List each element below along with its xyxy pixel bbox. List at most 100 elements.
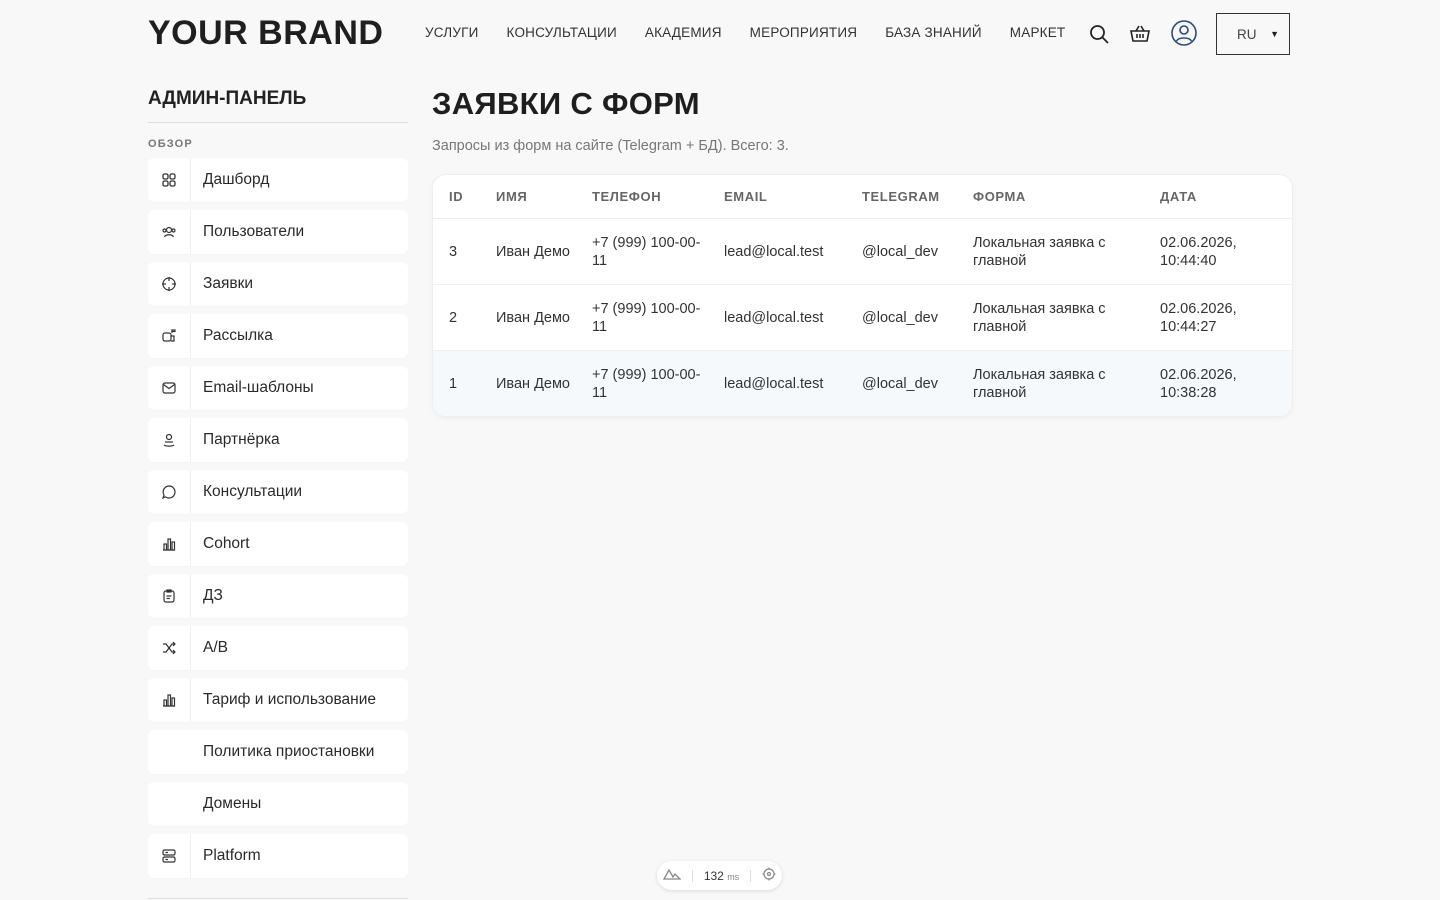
sidebar-item-partners[interactable]: Партнёрка [148, 418, 408, 462]
column-header-email[interactable]: EMAIL [708, 175, 846, 219]
chat-icon [148, 470, 191, 514]
sidebar-item-email-templates[interactable]: Email-шаблоны [148, 366, 408, 410]
column-header-phone[interactable]: ТЕЛЕФОН [576, 175, 708, 219]
cell-name: Иван Демо [480, 350, 576, 416]
table-header-row: ID ИМЯ ТЕЛЕФОН EMAIL TELEGRAM ФОРМА ДАТА [433, 175, 1292, 219]
language-select[interactable]: RU ▼ [1216, 13, 1290, 55]
caret-down-icon: ▼ [1270, 29, 1279, 39]
mail-icon [148, 366, 191, 410]
basket-icon[interactable] [1128, 22, 1152, 46]
cell-form: Локальная заявка с главной [957, 284, 1144, 351]
cell-telegram: @local_dev [846, 218, 957, 285]
cell-email: lead@local.test [708, 284, 846, 351]
sidebar-item-label: Email-шаблоны [203, 379, 314, 396]
sidebar-item-tariff-usage[interactable]: Тариф и использование [148, 678, 408, 722]
sidebar-item-label: Cohort [203, 535, 250, 552]
sidebar-item-dashboard[interactable]: Дашборд [148, 158, 408, 202]
sidebar-item-users[interactable]: Пользователи [148, 210, 408, 254]
table-row[interactable]: 2 Иван Демо +7 (999) 100-00-11 lead@loca… [433, 284, 1292, 351]
column-header-telegram[interactable]: TELEGRAM [846, 175, 957, 219]
partner-icon [148, 418, 191, 462]
sidebar-item-cohort[interactable]: Cohort [148, 522, 408, 566]
sidebar-item-homework[interactable]: ДЗ [148, 574, 408, 618]
cell-id: 1 [433, 350, 480, 416]
cell-date: 02.06.2026, 10:38:28 [1144, 350, 1292, 416]
nav-market[interactable]: МАРКЕТ [1010, 25, 1066, 40]
sidebar-item-label: Рассылка [203, 327, 273, 344]
nav-academy[interactable]: АКАДЕМИЯ [645, 25, 722, 40]
column-header-date[interactable]: ДАТА [1144, 175, 1292, 219]
sidebar-item-label: Пользователи [203, 223, 305, 240]
nav-services[interactable]: УСЛУГИ [425, 25, 479, 40]
brand-logo[interactable]: YOUR BRAND [148, 14, 383, 53]
language-value: RU [1237, 26, 1257, 42]
sidebar-item-label: Консультации [203, 483, 303, 500]
cell-name: Иван Демо [480, 284, 576, 351]
nav-consultations[interactable]: КОНСУЛЬТАЦИИ [507, 25, 617, 40]
clipboard-icon [148, 574, 191, 618]
cell-telegram: @local_dev [846, 284, 957, 351]
sidebar-item-domains[interactable]: Домены [148, 782, 408, 826]
cell-id: 2 [433, 284, 480, 351]
requests-table: ID ИМЯ ТЕЛЕФОН EMAIL TELEGRAM ФОРМА ДАТА… [433, 175, 1292, 416]
main-content: ЗАЯВКИ С ФОРМ Запросы из форм на сайте (… [432, 86, 1293, 417]
empty-icon-slot [148, 782, 191, 826]
sidebar-item-requests[interactable]: Заявки [148, 262, 408, 306]
perf-indicator: 132 ms [657, 861, 782, 890]
column-header-id[interactable]: ID [433, 175, 480, 219]
chart-icon [148, 678, 191, 722]
cell-date: 02.06.2026, 10:44:40 [1144, 218, 1292, 285]
cell-date: 02.06.2026, 10:44:27 [1144, 284, 1292, 351]
separator [750, 869, 752, 882]
mountain-icon[interactable] [662, 868, 682, 883]
cell-form: Локальная заявка с главной [957, 350, 1144, 416]
sidebar-divider [148, 898, 408, 899]
perf-timing: 132 ms [703, 868, 740, 883]
sidebar-item-mailing[interactable]: Рассылка [148, 314, 408, 358]
nav-knowledge-base[interactable]: БАЗА ЗНАНИЙ [885, 25, 982, 40]
nav-events[interactable]: МЕРОПРИЯТИЯ [750, 25, 858, 40]
cell-phone: +7 (999) 100-00-11 [576, 350, 708, 416]
sidebar-item-label: Партнёрка [203, 431, 280, 448]
server-icon [148, 834, 191, 878]
table-row[interactable]: 3 Иван Демо +7 (999) 100-00-11 lead@loca… [433, 218, 1292, 285]
page-subtitle: Запросы из форм на сайте (Telegram + БД)… [432, 138, 789, 154]
cell-name: Иван Демо [480, 218, 576, 285]
column-header-form[interactable]: ФОРМА [957, 175, 1144, 219]
users-icon [148, 210, 191, 254]
cell-email: lead@local.test [708, 350, 846, 416]
target-icon [148, 262, 191, 306]
sidebar-item-label: Домены [203, 795, 262, 812]
search-icon[interactable] [1087, 22, 1111, 46]
site-header: YOUR BRAND УСЛУГИ КОНСУЛЬТАЦИИ АКАДЕМИЯ … [0, 0, 1440, 70]
requests-table-card: ID ИМЯ ТЕЛЕФОН EMAIL TELEGRAM ФОРМА ДАТА… [432, 174, 1293, 417]
sidebar-title: АДМИН-ПАНЕЛЬ [148, 88, 408, 123]
sidebar-item-label: ДЗ [203, 587, 223, 604]
cell-phone: +7 (999) 100-00-11 [576, 284, 708, 351]
grid-icon [148, 158, 191, 202]
sidebar-item-label: A/B [203, 639, 228, 656]
chart-icon [148, 522, 191, 566]
table-row[interactable]: 1 Иван Демо +7 (999) 100-00-11 lead@loca… [433, 350, 1292, 416]
cell-email: lead@local.test [708, 218, 846, 285]
sidebar-item-platform[interactable]: Platform [148, 834, 408, 878]
sidebar-item-suspension-policy[interactable]: Политика приостановки [148, 730, 408, 774]
main-nav: УСЛУГИ КОНСУЛЬТАЦИИ АКАДЕМИЯ МЕРОПРИЯТИЯ… [425, 25, 1065, 40]
sidebar-item-label: Тариф и использование [203, 691, 376, 708]
separator [691, 869, 693, 882]
cell-form: Локальная заявка с главной [957, 218, 1144, 285]
sidebar-item-consultations[interactable]: Консультации [148, 470, 408, 514]
sidebar-item-ab-tests[interactable]: A/B [148, 626, 408, 670]
sidebar-section-label: ОБЗОР [148, 138, 193, 150]
cell-id: 3 [433, 218, 480, 285]
cell-telegram: @local_dev [846, 350, 957, 416]
sidebar-item-label: Дашборд [203, 171, 270, 188]
cell-phone: +7 (999) 100-00-11 [576, 218, 708, 285]
admin-sidebar: АДМИН-ПАНЕЛЬ ОБЗОР Дашборд Пользователи … [148, 88, 408, 886]
shuffle-icon [148, 626, 191, 670]
column-header-name[interactable]: ИМЯ [480, 175, 576, 219]
sidebar-item-label: Политика приостановки [203, 743, 375, 760]
user-icon[interactable] [1170, 19, 1198, 47]
crosshair-icon[interactable] [762, 867, 776, 884]
sidebar-item-label: Platform [203, 847, 261, 864]
